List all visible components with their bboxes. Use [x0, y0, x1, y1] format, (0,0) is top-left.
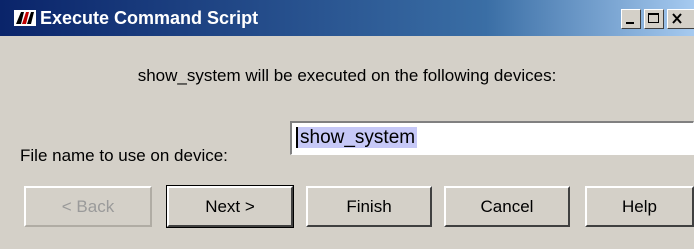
cancel-button[interactable]: Cancel — [444, 186, 570, 227]
file-name-input[interactable]: show_system — [290, 121, 694, 155]
close-icon — [672, 13, 682, 24]
next-button[interactable]: Next > — [166, 185, 294, 228]
window-title: Execute Command Script — [40, 8, 259, 28]
file-name-label: File name to use on device: — [20, 146, 228, 165]
title-bar[interactable]: Execute Command Script — [0, 0, 694, 36]
close-button[interactable] — [667, 9, 694, 29]
minimize-icon — [626, 22, 634, 24]
app-logo-icon — [14, 10, 36, 26]
execution-message: show_system will be executed on the foll… — [137, 66, 557, 85]
maximize-button[interactable] — [644, 9, 664, 29]
finish-button[interactable]: Finish — [306, 186, 432, 227]
maximize-icon — [648, 13, 659, 23]
dialog-window: Execute Command Script show_system will … — [0, 0, 694, 249]
file-name-value: show_system — [296, 127, 418, 148]
help-button[interactable]: Help — [585, 186, 694, 227]
back-button[interactable]: < Back — [24, 186, 152, 227]
minimize-button[interactable] — [621, 9, 641, 29]
